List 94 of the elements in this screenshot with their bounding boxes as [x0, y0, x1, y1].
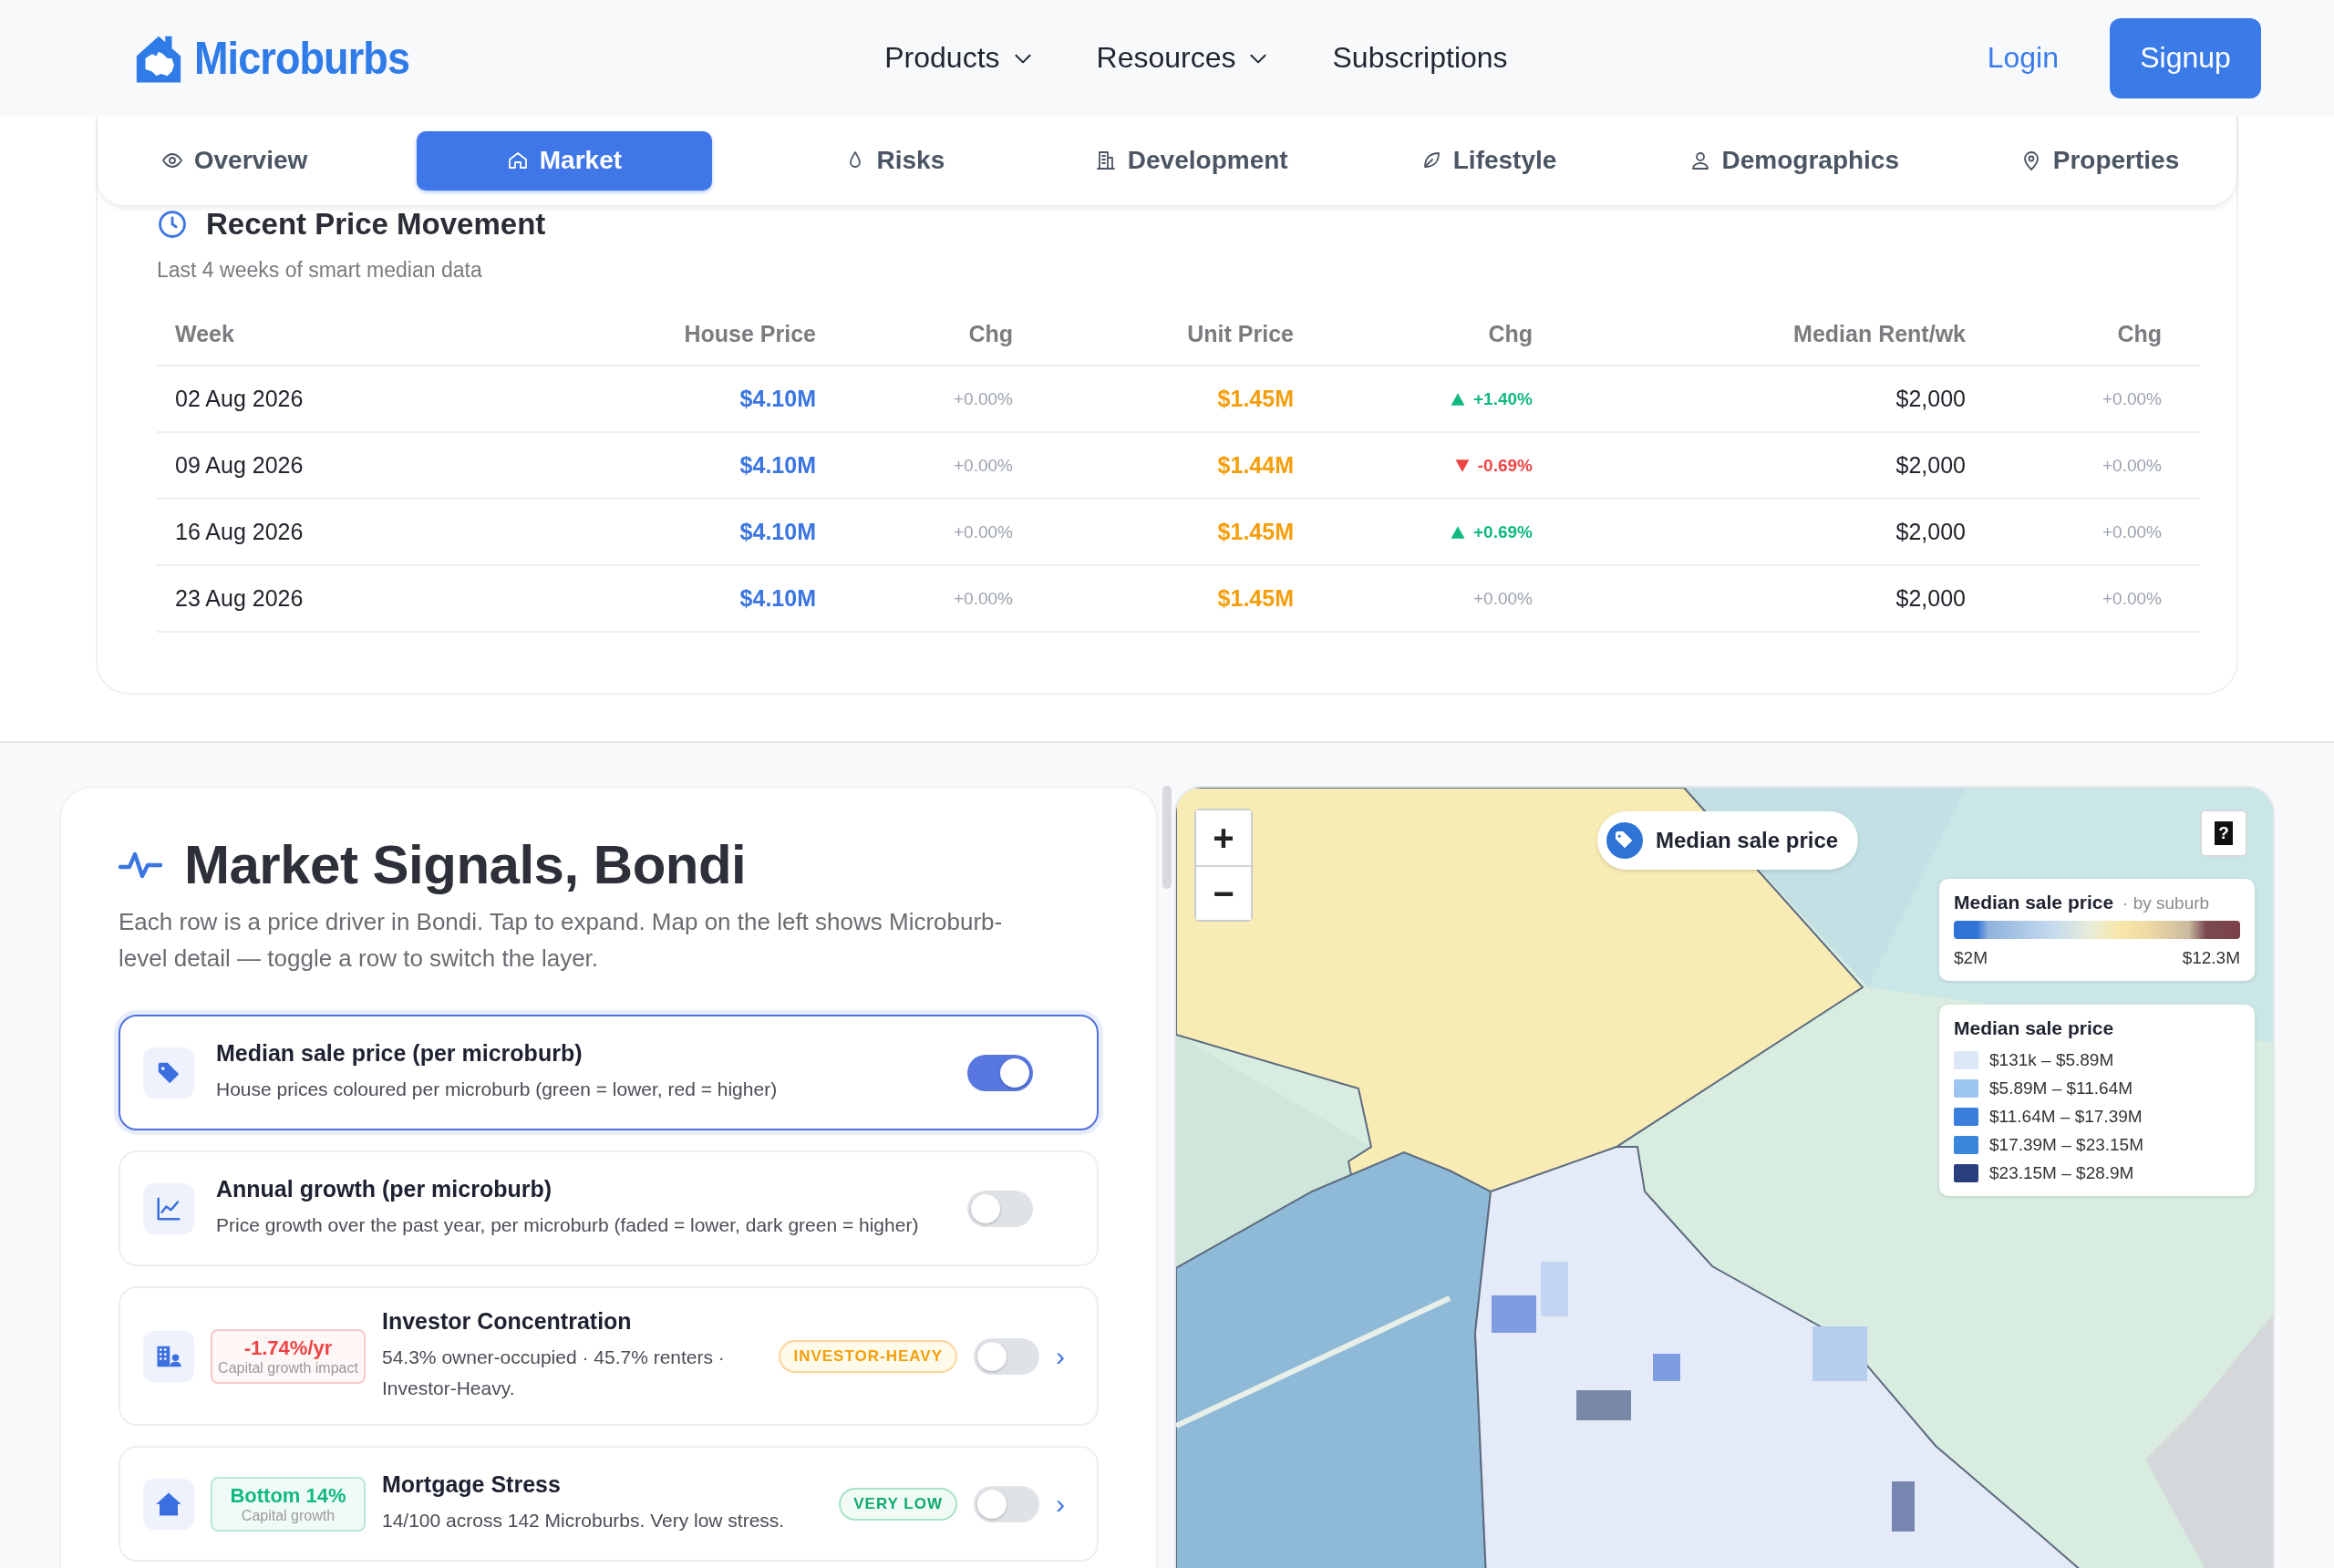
- table-cell: $4.10M: [739, 386, 816, 412]
- down-triangle-icon: [1453, 457, 1471, 474]
- row-title: Annual growth (per microburb): [216, 1176, 553, 1202]
- column-header: Chg: [2116, 320, 2162, 347]
- legend-label: $5.89M – $11.64M: [1989, 1078, 2133, 1099]
- row-description: 14/100 across 142 Microburbs. Very low stress.: [382, 1509, 786, 1532]
- toggle-switch[interactable]: [974, 1337, 1039, 1375]
- status-tag: INVESTOR-HEAVY: [779, 1339, 957, 1373]
- tab[interactable]: Properties: [1989, 130, 2209, 191]
- clock-icon: [157, 209, 188, 240]
- table-cell: +0.00%: [1473, 588, 1533, 609]
- table-cell: +0.00%: [2102, 588, 2162, 609]
- impact-label: Capital growth: [241, 1507, 336, 1524]
- table-cell: 09 Aug 2026: [175, 452, 304, 479]
- column-header: Week: [175, 320, 235, 347]
- row-description: House prices coloured per microburb (green = lower, red = higher): [216, 1078, 779, 1101]
- signal-row[interactable]: Annual growth (per microburb) Price growth over the past year, per microburb (faded = lower, dark green = higher): [119, 1150, 1099, 1266]
- impact-label: Capital growth impact: [218, 1359, 358, 1377]
- legend-label: $11.64M – $17.39M: [1989, 1107, 2143, 1127]
- panel-title: Market Signals, Bondi: [184, 833, 747, 896]
- table-cell: +0.69%: [1473, 521, 1533, 542]
- impact-value: -1.74%/yr: [243, 1336, 333, 1360]
- impact-value: Bottom 14%: [230, 1483, 346, 1508]
- nav-menu-item[interactable]: Products: [884, 41, 1035, 75]
- column-header: Chg: [1487, 320, 1533, 347]
- table-cell: $2,000: [1895, 452, 1966, 479]
- column-header: Unit Price: [1186, 320, 1294, 347]
- tab[interactable]: Risks: [784, 130, 1004, 191]
- section-title: Recent Price Movement: [206, 207, 546, 242]
- table-cell: +0.00%: [954, 588, 1013, 609]
- table-cell: +0.00%: [954, 388, 1013, 409]
- legend-label: $17.39M – $23.15M: [1989, 1135, 2143, 1155]
- tab[interactable]: Demographics: [1670, 130, 1917, 191]
- table-cell: +1.40%: [1473, 388, 1533, 409]
- table-cell: -0.69%: [1477, 455, 1533, 476]
- home-icon: [506, 150, 529, 171]
- scale-max-label: $12.3M: [2182, 948, 2240, 968]
- help-button[interactable]: ?: [2200, 810, 2247, 857]
- legend-subtitle: · by suburb: [2122, 893, 2210, 913]
- table-cell: $2,000: [1895, 519, 1966, 545]
- tab[interactable]: Lifestyle: [1379, 130, 1598, 191]
- scrollbar[interactable]: [1162, 786, 1172, 889]
- expand-chevron[interactable]: ›: [1056, 1340, 1074, 1372]
- building-icon: [1094, 150, 1117, 171]
- table-cell: $1.45M: [1217, 519, 1294, 545]
- column-header: Chg: [967, 320, 1013, 347]
- nav-menu-item[interactable]: Resources: [1096, 41, 1271, 75]
- tab[interactable]: Overview: [125, 130, 344, 191]
- tab[interactable]: Market: [416, 130, 712, 191]
- table-cell: $4.10M: [739, 585, 816, 612]
- signal-row[interactable]: -1.74%/yr Capital growth impact Investor Concentration 54.3% owner-occupied · 45.7% renters · Investor-Heavy. INVESTOR-HEAVY ›: [119, 1286, 1099, 1426]
- table-cell: $2,000: [1895, 585, 1966, 612]
- row-title: Median sale price (per microburb): [216, 1040, 584, 1067]
- signup-button[interactable]: Signup: [2110, 17, 2261, 98]
- table-cell: $1.44M: [1217, 452, 1294, 479]
- table-cell: $4.10M: [739, 519, 816, 545]
- table-cell: 16 Aug 2026: [175, 519, 304, 545]
- row-title: Investor Concentration: [382, 1308, 633, 1335]
- legend-label: $131k – $5.89M: [1989, 1050, 2114, 1070]
- table-cell: $1.45M: [1217, 386, 1294, 412]
- row-description: Price growth over the past year, per microburb (faded = lower, dark green = higher): [216, 1213, 920, 1237]
- expand-chevron[interactable]: ›: [1056, 1488, 1074, 1520]
- login-link[interactable]: Login: [1987, 41, 2059, 75]
- table-cell: 23 Aug 2026: [175, 585, 304, 612]
- table-cell: +0.00%: [2102, 455, 2162, 476]
- column-header: House Price: [683, 320, 816, 347]
- table-cell: +0.00%: [954, 521, 1013, 542]
- panel-description: Each row is a price driver in Bondi. Tap to expand. Map on the left shows Microburb-level detail — toggle a row to switch the layer.: [119, 907, 1004, 974]
- table-cell: 02 Aug 2026: [175, 386, 304, 412]
- status-tag: VERY LOW: [839, 1487, 957, 1521]
- toggle-switch[interactable]: [967, 1190, 1033, 1227]
- toggle-switch[interactable]: [974, 1485, 1039, 1522]
- tab[interactable]: Development: [1076, 130, 1306, 191]
- row-description: 54.3% owner-occupied · 45.7% renters · Investor-Heavy.: [382, 1346, 726, 1400]
- column-header: Median Rent/wk: [1792, 320, 1966, 347]
- toggle-switch[interactable]: [967, 1054, 1033, 1091]
- logo-wordmark[interactable]: Microburbs: [194, 31, 409, 85]
- scale-min-label: $2M: [1954, 948, 1988, 968]
- legend-title: Median sale price: [1954, 892, 2114, 913]
- legend-label: $23.15M – $28.9M: [1989, 1163, 2134, 1183]
- zoom-out-button[interactable]: −: [1196, 865, 1251, 920]
- layer-chip[interactable]: Median sale price: [1597, 811, 1859, 870]
- table-cell: $2,000: [1895, 386, 1966, 412]
- table-cell: +0.00%: [2102, 521, 2162, 542]
- section-subtitle: Last 4 weeks of smart median data: [157, 258, 483, 283]
- nav-menu-item[interactable]: Subscriptions: [1332, 41, 1508, 75]
- row-title: Mortgage Stress: [382, 1471, 562, 1498]
- table-cell: +0.00%: [954, 455, 1013, 476]
- legend-title: Median sale price: [1954, 1017, 2115, 1039]
- signal-row[interactable]: Bottom 14% Capital growth Mortgage Stress 14/100 across 142 Microburbs. Very low stress. VERY LOW ›: [119, 1446, 1099, 1562]
- tag-icon: [1606, 822, 1643, 859]
- table-cell: $4.10M: [739, 452, 816, 479]
- table-cell: $1.45M: [1217, 585, 1294, 612]
- table-cell: +0.00%: [2102, 388, 2162, 409]
